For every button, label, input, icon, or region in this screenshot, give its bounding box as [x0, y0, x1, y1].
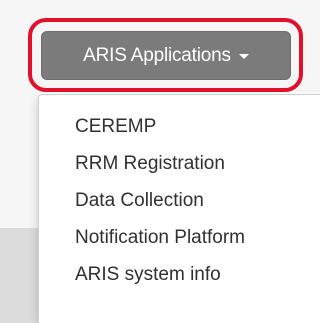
aris-applications-label: ARIS Applications: [83, 44, 231, 66]
menu-item-data-collection[interactable]: Data Collection: [75, 189, 204, 213]
applications-dropdown-menu: CEREMP RRM Registration Data Collection …: [38, 94, 320, 323]
menu-item-aris-system-info[interactable]: ARIS system info: [75, 263, 221, 287]
left-background-lower: [0, 228, 38, 323]
menu-item-rrm-registration[interactable]: RRM Registration: [75, 152, 225, 176]
aris-applications-button[interactable]: ARIS Applications: [41, 31, 291, 80]
caret-down-icon: [238, 54, 249, 59]
menu-item-ceremp[interactable]: CEREMP: [75, 115, 156, 139]
menu-item-notification-platform[interactable]: Notification Platform: [75, 226, 245, 250]
page: ARIS Applications CEREMP RRM Registratio…: [0, 0, 320, 323]
